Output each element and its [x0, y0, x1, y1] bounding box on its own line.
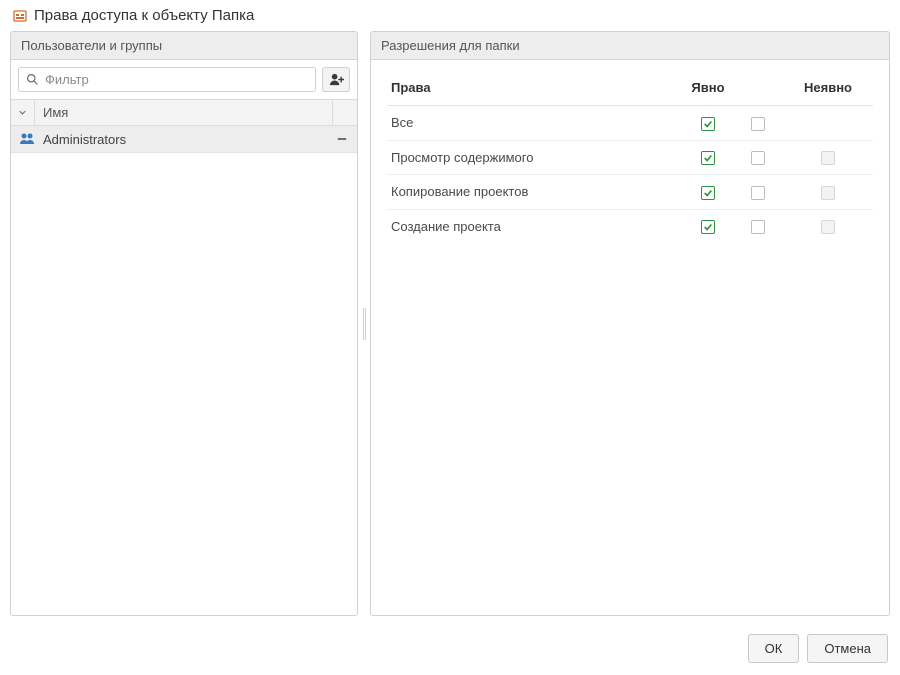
permission-row: Все	[387, 106, 873, 141]
col-header-name[interactable]: Имя	[35, 100, 333, 125]
cell-explicit-allow	[683, 140, 733, 175]
checkbox[interactable]	[751, 117, 765, 131]
col-header-implicit: Неявно	[783, 74, 873, 106]
list-item-name: Administrators	[43, 132, 327, 147]
checkbox	[821, 186, 835, 200]
checkbox	[821, 220, 835, 234]
cell-implicit	[783, 106, 873, 141]
sort-dropdown-toggle[interactable]	[11, 100, 35, 125]
cell-explicit-allow	[683, 106, 733, 141]
remove-item-button[interactable]	[335, 132, 349, 146]
dialog-window: Права доступа к объекту Папка Пользовате…	[0, 0, 900, 675]
group-icon	[19, 131, 35, 147]
col-header-explicit-deny	[733, 74, 783, 106]
splitter[interactable]	[362, 31, 366, 616]
list-item[interactable]: Administrators	[11, 126, 357, 153]
col-header-explicit-allow: Явно	[683, 74, 733, 106]
filter-input-wrap[interactable]	[18, 67, 316, 92]
dialog-footer: ОК Отмена	[0, 626, 900, 675]
permission-label: Просмотр содержимого	[387, 140, 683, 175]
cancel-button[interactable]: Отмена	[807, 634, 888, 663]
checkbox	[821, 151, 835, 165]
checkbox[interactable]	[751, 151, 765, 165]
permissions-panel: Разрешения для папки Права Явно Неявно В…	[370, 31, 890, 616]
checkbox[interactable]	[751, 220, 765, 234]
cell-explicit-deny	[733, 140, 783, 175]
users-panel-header: Пользователи и группы	[11, 32, 357, 60]
permission-label: Создание проекта	[387, 209, 683, 243]
cell-implicit	[783, 140, 873, 175]
permission-row: Создание проекта	[387, 209, 873, 243]
users-grid-header: Имя	[11, 99, 357, 126]
permissions-panel-header: Разрешения для папки	[371, 32, 889, 60]
user-plus-icon	[329, 72, 344, 87]
checkbox[interactable]	[751, 186, 765, 200]
cell-explicit-allow	[683, 175, 733, 210]
splitter-handle-icon	[363, 308, 366, 340]
titlebar: Права доступа к объекту Папка	[0, 0, 900, 31]
cell-explicit-deny	[733, 175, 783, 210]
permission-label: Все	[387, 106, 683, 141]
cell-explicit-deny	[733, 106, 783, 141]
filter-row	[11, 60, 357, 99]
checkbox[interactable]	[701, 186, 715, 200]
checkbox[interactable]	[701, 220, 715, 234]
permissions-body: Права Явно Неявно ВсеПросмотр содержимог…	[371, 60, 889, 251]
content-area: Пользователи и группы Имя Administrators	[0, 31, 900, 626]
cell-explicit-allow	[683, 209, 733, 243]
permissions-table: Права Явно Неявно ВсеПросмотр содержимог…	[387, 74, 873, 243]
permission-label: Копирование проектов	[387, 175, 683, 210]
users-groups-panel: Пользователи и группы Имя Administrators	[10, 31, 358, 616]
add-user-button[interactable]	[322, 67, 350, 92]
dialog-title: Права доступа к объекту Папка	[34, 7, 254, 24]
filter-input[interactable]	[45, 72, 308, 87]
checkbox[interactable]	[701, 117, 715, 131]
users-list: Administrators	[11, 126, 357, 615]
col-header-action	[333, 100, 357, 125]
chevron-down-icon	[19, 108, 26, 117]
permissions-icon	[12, 8, 28, 24]
permission-row: Копирование проектов	[387, 175, 873, 210]
cell-implicit	[783, 175, 873, 210]
cell-implicit	[783, 209, 873, 243]
search-icon	[26, 73, 39, 86]
cell-explicit-deny	[733, 209, 783, 243]
permission-row: Просмотр содержимого	[387, 140, 873, 175]
ok-button[interactable]: ОК	[748, 634, 800, 663]
col-header-rights: Права	[387, 74, 683, 106]
checkbox[interactable]	[701, 151, 715, 165]
